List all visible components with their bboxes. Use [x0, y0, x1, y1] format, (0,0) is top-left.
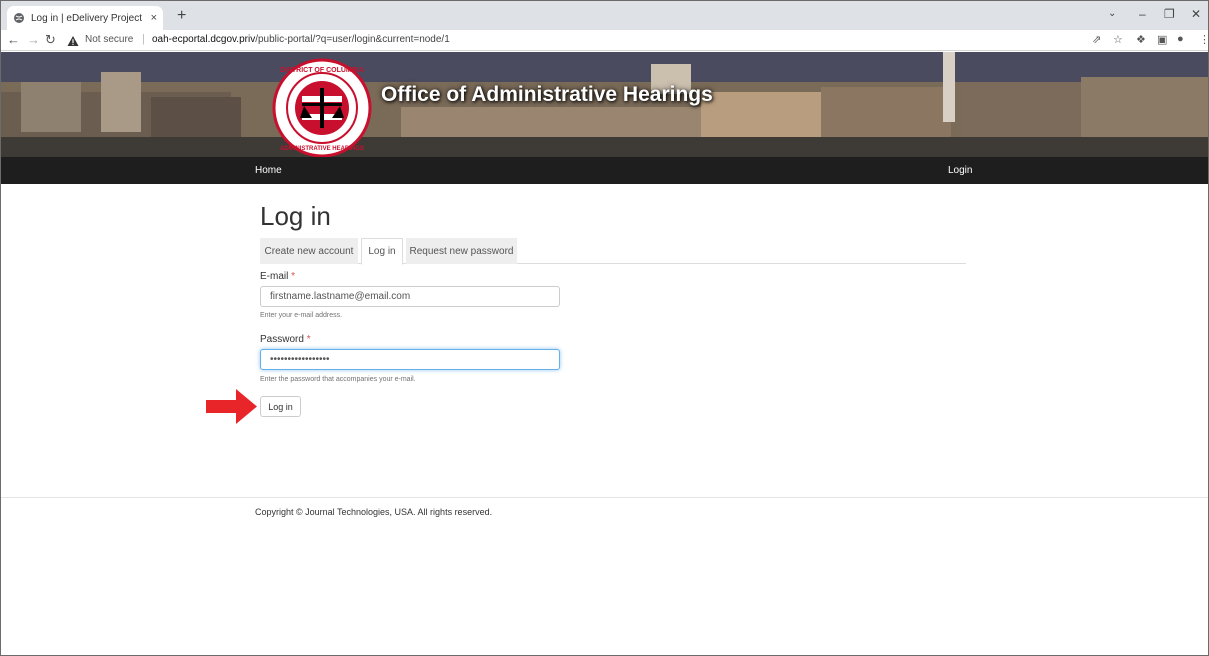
site-title[interactable]: Office of Administrative Hearings	[381, 83, 713, 107]
main-navbar: Home Login	[1, 157, 1208, 184]
restore-icon[interactable]: ❐	[1164, 7, 1175, 21]
warning-triangle-icon[interactable]	[67, 34, 79, 46]
footer-divider	[1, 497, 1208, 498]
password-help-text: Enter the password that accompanies your…	[260, 376, 416, 383]
red-arrow-annotation-icon	[206, 389, 257, 424]
new-tab-button[interactable]: +	[177, 8, 186, 24]
not-secure-label[interactable]: Not secure	[85, 34, 133, 45]
url-separator: |	[142, 33, 145, 45]
password-label: Password *	[260, 334, 311, 345]
tab-log-in[interactable]: Log in	[361, 238, 403, 265]
url-input[interactable]: oah-ecportal.dcgov.priv/public-portal/?q…	[152, 34, 450, 45]
tab-request-new-password[interactable]: Request new password	[406, 238, 517, 264]
copyright-text: Copyright © Journal Technologies, USA. A…	[255, 507, 493, 517]
browser-tab[interactable]: Log in | eDelivery Project ×	[7, 6, 163, 30]
url-path: /public-portal/?q=user/login&current=nod…	[255, 34, 450, 45]
svg-text:ADMINISTRATIVE HEARINGS: ADMINISTRATIVE HEARINGS	[280, 146, 364, 152]
back-arrow-icon[interactable]: ←	[7, 32, 20, 47]
password-label-text: Password	[260, 334, 304, 345]
side-panel-icon[interactable]: ▣	[1157, 33, 1167, 46]
tab-title: Log in | eDelivery Project	[31, 12, 142, 24]
email-label-text: E-mail	[260, 271, 289, 282]
window-close-icon[interactable]: ✕	[1191, 7, 1201, 21]
globe-icon	[13, 12, 25, 24]
star-icon[interactable]: ☆	[1113, 33, 1123, 46]
required-marker: *	[306, 334, 311, 345]
log-in-button[interactable]: Log in	[260, 396, 301, 417]
email-field[interactable]	[260, 286, 560, 307]
email-help-text: Enter your e-mail address.	[260, 312, 343, 319]
share-icon[interactable]: ⇗	[1092, 33, 1101, 46]
svg-text:DISTRICT OF COLUMBIA: DISTRICT OF COLUMBIA	[280, 67, 364, 74]
address-bar: ← → ↻ Not secure | oah-ecportal.dcgov.pr…	[1, 30, 1209, 51]
forward-arrow-icon[interactable]: →	[27, 32, 40, 47]
tab-search-icon[interactable]: ⌄	[1108, 8, 1116, 19]
nav-home-link[interactable]: Home	[255, 165, 282, 176]
nav-login-link[interactable]: Login	[948, 165, 972, 176]
profile-icon[interactable]: ●	[1177, 33, 1184, 45]
email-label: E-mail *	[260, 271, 295, 282]
close-icon[interactable]: ×	[151, 12, 157, 24]
page-title: Log in	[260, 201, 331, 231]
extensions-puzzle-icon[interactable]: ❖	[1136, 33, 1146, 46]
account-tabs: Create new account Log in Request new pa…	[260, 238, 966, 265]
minimize-icon[interactable]: –	[1139, 7, 1146, 21]
url-host: oah-ecportal.dcgov.priv	[152, 34, 256, 45]
browser-tabstrip: Log in | eDelivery Project × + ⌄ – ❐ ✕	[1, 1, 1208, 30]
menu-kebab-icon[interactable]: ⋮	[1199, 33, 1209, 46]
tab-create-new-account[interactable]: Create new account	[260, 238, 358, 264]
dc-oah-seal-logo: DISTRICT OF COLUMBIA ADMINISTRATIVE HEAR…	[272, 58, 372, 158]
password-field[interactable]	[260, 349, 560, 370]
reload-icon[interactable]: ↻	[45, 32, 56, 48]
required-marker: *	[291, 271, 296, 282]
